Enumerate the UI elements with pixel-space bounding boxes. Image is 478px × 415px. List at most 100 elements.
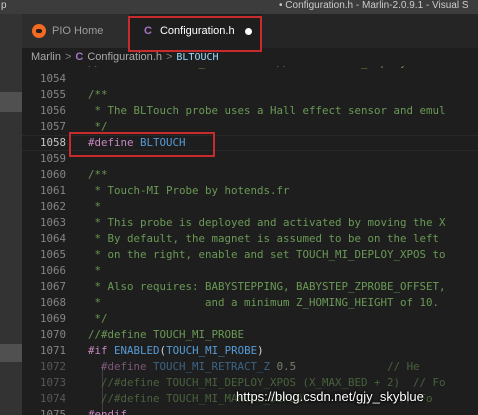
code-token: */ [88, 312, 108, 325]
code-token: // He [387, 360, 420, 373]
activity-bar [0, 14, 22, 415]
code-text[interactable]: * The BLTouch probe uses a Hall effect s… [88, 103, 446, 119]
platformio-icon [32, 24, 46, 38]
line-number: 1063 [39, 216, 66, 229]
line-number: 1061 [39, 184, 66, 197]
code-text[interactable]: * on the right, enable and set TOUCH_MI_… [88, 247, 446, 263]
code-line[interactable]: 1066 * [22, 263, 478, 279]
code-line[interactable]: 1061 * Touch-MI Probe by hotends.fr [22, 183, 478, 199]
tab-pio-home[interactable]: PIO Home [22, 14, 129, 48]
code-text[interactable]: #endif [88, 407, 127, 415]
line-number: 1070 [39, 328, 66, 341]
c-file-icon: C [75, 51, 84, 63]
code-token: /** [88, 168, 108, 181]
code-token: //#define TOUCH_MI_DEPLOY_XPOS (X_MAX_BE… [88, 376, 446, 389]
code-line[interactable]: 1072 #define TOUCH_MI_RETRACT_Z 0.5 // H… [22, 359, 478, 375]
code-line[interactable]: 1071 #if ENABLED(TOUCH_MI_PROBE) [22, 343, 478, 359]
line-number: 1056 [39, 104, 66, 117]
line-number: 1075 [39, 408, 66, 415]
line-number: 1068 [39, 296, 66, 309]
line-number: 1055 [39, 88, 66, 101]
code-token: * This probe is deployed and activated b… [88, 216, 446, 229]
window-title: • Configuration.h - Marlin-2.0.9.1 - Vis… [279, 0, 469, 11]
code-text[interactable]: * This probe is deployed and activated b… [88, 215, 446, 231]
line-number: 1073 [39, 376, 66, 389]
line-number: 1074 [39, 392, 66, 405]
code-token: * [88, 264, 102, 277]
code-token: 0.5 [276, 360, 297, 373]
line-number: 1066 [39, 264, 66, 277]
code-line[interactable]: 1064 * By default, the magnet is assumed… [22, 231, 478, 247]
line-number: 1071 [39, 344, 66, 357]
code-token: ENABLED [114, 344, 160, 357]
code-token: #define [101, 360, 147, 373]
line-number: 1065 [39, 248, 66, 261]
code-line[interactable]: 1054 [22, 71, 478, 87]
code-token: * and a minimum Z_HOMING_HEIGHT of 10. [88, 296, 440, 309]
code-text[interactable]: * [88, 263, 102, 279]
code-line[interactable]: 1056 * The BLTouch probe uses a Hall eff… [22, 103, 478, 119]
code-editor[interactable]: 1053//#define BLTOUCH_DELAY 500 // V1.2.… [22, 66, 478, 415]
line-number: 1069 [39, 312, 66, 325]
code-line[interactable]: 1062 * [22, 199, 478, 215]
line-number: 1057 [39, 120, 66, 133]
code-text[interactable]: * and a minimum Z_HOMING_HEIGHT of 10. [88, 295, 440, 311]
code-line[interactable]: 1060 /** [22, 167, 478, 183]
code-text[interactable]: * [88, 199, 102, 215]
code-line[interactable]: 1075 #endif [22, 407, 478, 415]
code-token: * Also requires: BABYSTEPPING, BABYSTEP_… [88, 280, 446, 293]
code-text[interactable]: */ [88, 311, 108, 327]
highlight-box-define [69, 132, 215, 157]
line-number: 1059 [39, 152, 66, 165]
code-token: * on the right, enable and set TOUCH_MI_… [88, 248, 446, 261]
code-token: TOUCH_MI_PROBE [166, 344, 258, 357]
menu-fragment[interactable]: p [1, 0, 7, 11]
breadcrumb-separator: > [64, 51, 72, 63]
line-number: 1064 [39, 232, 66, 245]
code-text[interactable]: * Also requires: BABYSTEPPING, BABYSTEP_… [88, 279, 446, 295]
breadcrumb-symbol[interactable]: BLTOUCH [176, 52, 218, 63]
code-token: * By default, the magnet is assumed to b… [88, 232, 446, 245]
code-token: //#define TOUCH_MI_PROBE [88, 328, 245, 341]
code-line[interactable]: 1063 * This probe is deployed and activa… [22, 215, 478, 231]
highlight-box-tab [128, 16, 262, 52]
code-line[interactable]: 1069 */ [22, 311, 478, 327]
code-text[interactable]: //#define TOUCH_MI_PROBE [88, 327, 244, 343]
line-number: 1054 [39, 72, 66, 85]
code-token: * The BLTouch probe uses a Hall effect s… [88, 104, 446, 117]
tab-label: PIO Home [52, 25, 104, 37]
code-text[interactable]: * Touch-MI Probe by hotends.fr [88, 183, 290, 199]
code-line[interactable]: 1068 * and a minimum Z_HOMING_HEIGHT of … [22, 295, 478, 311]
code-token: #if [88, 344, 108, 357]
code-token: //#define BLTOUCH_DELAY 500 // V1.2.0 fo… [88, 66, 407, 69]
code-text[interactable]: * By default, the magnet is assumed to b… [88, 231, 446, 247]
code-text[interactable]: /** [88, 87, 108, 103]
code-token: ) [257, 344, 264, 357]
code-token: * [88, 200, 102, 213]
code-line[interactable]: 1055 /** [22, 87, 478, 103]
line-number: 1062 [39, 200, 66, 213]
watermark: https://blog.csdn.net/gjy_skyblue [236, 389, 424, 404]
line-number: 1072 [39, 360, 66, 373]
activity-bar-item[interactable] [0, 344, 22, 362]
code-text[interactable]: #if ENABLED(TOUCH_MI_PROBE) [88, 343, 264, 359]
code-token: * Touch-MI Probe by hotends.fr [88, 184, 290, 197]
code-text[interactable]: /** [88, 167, 108, 183]
line-number: 1067 [39, 280, 66, 293]
activity-bar-active-item[interactable] [0, 92, 22, 112]
code-token: #endif [88, 408, 128, 415]
code-token: TOUCH_MI_RETRACT_Z [153, 360, 271, 373]
code-line[interactable]: 1067 * Also requires: BABYSTEPPING, BABY… [22, 279, 478, 295]
line-number: 1060 [39, 168, 66, 181]
line-number: 1058 [39, 136, 66, 149]
breadcrumb-folder[interactable]: Marlin [31, 51, 61, 63]
code-token: /** [88, 88, 108, 101]
breadcrumb-file[interactable]: Configuration.h [87, 51, 162, 63]
breadcrumb-separator: > [165, 51, 173, 63]
code-text[interactable]: #define TOUCH_MI_RETRACT_Z 0.5 // He [88, 359, 420, 375]
code-line[interactable]: 1070 //#define TOUCH_MI_PROBE [22, 327, 478, 343]
code-line[interactable]: 1065 * on the right, enable and set TOUC… [22, 247, 478, 263]
title-bar: p • Configuration.h - Marlin-2.0.9.1 - V… [0, 0, 478, 14]
